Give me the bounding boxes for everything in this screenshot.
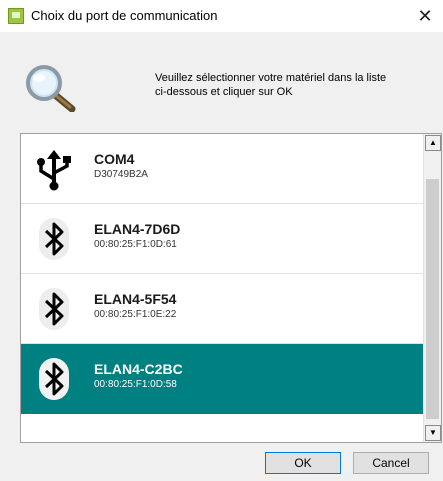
instruction-line-1: Veuillez sélectionner votre matériel dan… [155,72,387,84]
scroll-down-button[interactable]: ▼ [425,425,441,441]
bluetooth-icon [39,358,69,400]
device-row-com4[interactable]: COM4 D30749B2A [21,134,423,204]
instruction-text: Veuillez sélectionner votre matériel dan… [155,71,420,99]
scroll-thumb[interactable] [426,179,439,419]
bluetooth-icon [39,218,69,260]
app-icon [8,8,24,24]
device-name: COM4 [94,151,135,167]
device-id: 00:80:25:F1:0E:22 [94,309,177,320]
device-id: D30749B2A [94,169,148,180]
window-title: Choix du port de communication [31,8,218,23]
usb-icon [37,150,71,191]
bluetooth-icon [39,288,69,330]
device-row-elan4-7d6d[interactable]: ELAN4-7D6D 00:80:25:F1:0D:61 [21,204,423,274]
device-name: ELAN4-C2BC [94,361,183,377]
device-row-elan4-c2bc[interactable]: ELAN4-C2BC 00:80:25:F1:0D:58 [21,344,423,414]
cancel-button[interactable]: Cancel [353,452,429,474]
magnifier-icon [26,65,76,112]
title-bar: Choix du port de communication ✕ [0,0,443,32]
device-name: ELAN4-7D6D [94,221,181,237]
close-button[interactable]: ✕ [407,0,443,32]
scroll-up-button[interactable]: ▲ [425,135,441,151]
device-id: 00:80:25:F1:0D:58 [94,379,177,390]
device-name: ELAN4-5F54 [94,291,177,307]
instruction-line-2: ci-dessous et cliquer sur OK [155,86,293,98]
ok-button[interactable]: OK [265,452,341,474]
device-list[interactable]: COM4 D30749B2A ELAN4-7D6D 00:80:25:F1:0D… [20,133,442,443]
device-id: 00:80:25:F1:0D:61 [94,239,177,250]
device-row-elan4-5f54[interactable]: ELAN4-5F54 00:80:25:F1:0E:22 [21,274,423,344]
vertical-scrollbar[interactable]: ▲ ▼ [423,134,441,442]
